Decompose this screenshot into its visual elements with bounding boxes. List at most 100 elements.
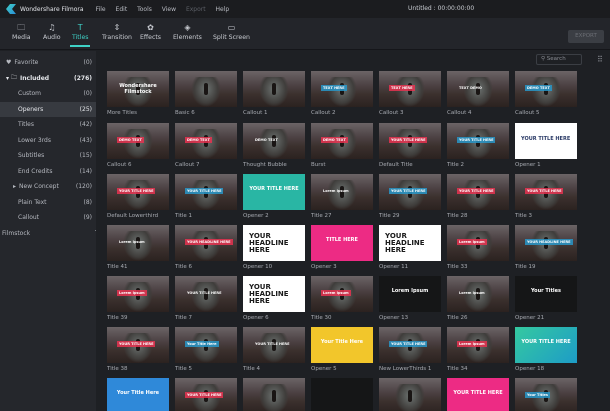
grid-view-icon[interactable]: ⠿ bbox=[597, 55, 603, 64]
title-tile[interactable]: DEMO TEXT Callout 7 bbox=[175, 123, 237, 168]
title-tile[interactable]: YOUR HEADLINE HERE Opener 10 bbox=[243, 225, 305, 270]
title-tile[interactable]: Your Titles bbox=[515, 378, 577, 411]
thumbnail-text: Lorem Ipsum bbox=[117, 290, 147, 296]
export-button[interactable]: EXPORT bbox=[568, 30, 604, 43]
title-tile[interactable]: YOUR TITLE HERE Default Title bbox=[379, 123, 441, 168]
menu-file[interactable]: File bbox=[96, 6, 106, 13]
title-tile[interactable]: YOUR TITLE HERE Default Lowerthird bbox=[107, 174, 169, 219]
title-tile[interactable]: DEMO TEXT Callout 5 bbox=[515, 71, 577, 116]
title-tile[interactable]: YOUR TITLE HERE Title 4 bbox=[243, 327, 305, 372]
tool-effects[interactable]: ✿ Effects bbox=[140, 22, 161, 41]
title-tile[interactable]: TEXT HERE Callout 2 bbox=[311, 71, 373, 116]
menu-edit[interactable]: Edit bbox=[116, 6, 128, 13]
sidebar-item-new-concept[interactable]: ▸ New Concept (120) bbox=[0, 179, 96, 195]
tool-split-screen[interactable]: ▭ Split Screen bbox=[213, 22, 250, 41]
title-tile[interactable]: YOUR HEADLINE HERE Opener 6 bbox=[243, 276, 305, 321]
title-tile[interactable]: TEXT DEMO Callout 4 bbox=[447, 71, 509, 116]
sidebar-item-openers[interactable]: Openers (25) bbox=[0, 101, 96, 117]
title-tile[interactable]: Lorem Ipsum Title 26 bbox=[447, 276, 509, 321]
title-tile[interactable]: DEMO TEXT Callout 6 bbox=[107, 123, 169, 168]
title-label: Opener 18 bbox=[515, 366, 545, 372]
sidebar-item-filmstock[interactable]: Filmstock bbox=[0, 226, 96, 242]
title-tile[interactable]: Lorem Ipsum Title 27 bbox=[311, 174, 373, 219]
title-thumbnail: Your Titles bbox=[515, 378, 577, 411]
title-label: Title 6 bbox=[175, 264, 193, 270]
title-label: Opener 2 bbox=[243, 213, 269, 219]
sidebar-item-plain-text[interactable]: Plain Text (8) bbox=[0, 195, 96, 211]
title-tile[interactable]: Lorem Ipsum Title 39 bbox=[107, 276, 169, 321]
title-tile[interactable]: Your Title Here Title 5 bbox=[175, 327, 237, 372]
main-menu: File Edit Tools View Export Help bbox=[96, 6, 238, 13]
menu-help[interactable]: Help bbox=[216, 6, 230, 13]
sidebar-item-subtitles[interactable]: Subtitles (15) bbox=[0, 148, 96, 164]
title-tile[interactable]: Lorem Ipsum Title 41 bbox=[107, 225, 169, 270]
title-tile[interactable]: TEXT HERE Callout 3 bbox=[379, 71, 441, 116]
title-tile[interactable] bbox=[243, 378, 305, 411]
title-tile[interactable]: Callout 1 bbox=[243, 71, 305, 116]
sidebar-item-label: Plain Text bbox=[18, 198, 47, 206]
title-tile[interactable]: YOUR TITLE HERE Title 38 bbox=[107, 327, 169, 372]
title-tile[interactable]: DEMO TEXT Thought Bubble bbox=[243, 123, 305, 168]
title-tile[interactable]: YOUR TITLE HERE Opener 1 bbox=[515, 123, 577, 168]
sidebar-item-lower-3rds[interactable]: Lower 3rds (43) bbox=[0, 133, 96, 149]
title-tile[interactable]: YOUR HEADLINE HERE Title 19 bbox=[515, 225, 577, 270]
sidebar-item-included[interactable]: ▾ 🗀 Included (276) bbox=[0, 71, 96, 87]
sidebar-item-custom[interactable]: Custom (0) bbox=[0, 86, 96, 102]
title-tile[interactable]: Lorem Ipsum Opener 13 bbox=[379, 276, 441, 321]
title-tile[interactable]: YOUR TITLE HERE Title 3 bbox=[515, 174, 577, 219]
menu-export[interactable]: Export bbox=[186, 6, 206, 13]
search-input[interactable]: ⚲ Search bbox=[536, 54, 582, 65]
thumbnail-text: YOUR HEADLINE HERE bbox=[249, 283, 289, 305]
tool-audio[interactable]: ♫ Audio bbox=[43, 22, 61, 41]
title-tile[interactable]: YOUR HEADLINE HERE Opener 11 bbox=[379, 225, 441, 270]
sidebar-item-count: (42) bbox=[79, 121, 92, 129]
sidebar-item-callout[interactable]: Callout (9) bbox=[0, 210, 96, 226]
tool-transition[interactable]: ⇕ Transition bbox=[102, 22, 132, 41]
sidebar-item-label: Favorite bbox=[14, 59, 39, 67]
title-tile[interactable]: YOUR TITLE HERE Opener 2 bbox=[243, 174, 305, 219]
title-tile[interactable]: Lorem Ipsum Title 33 bbox=[447, 225, 509, 270]
title-tile[interactable]: Your Title Here bbox=[107, 378, 169, 411]
title-tile[interactable]: TITLE HERE Opener 3 bbox=[311, 225, 373, 270]
title-tile[interactable]: YOUR TITLE HERE Title 7 bbox=[175, 276, 237, 321]
title-tile[interactable]: YOUR TITLE HERE Opener 18 bbox=[515, 327, 577, 372]
tool-elements[interactable]: ◈ Elements bbox=[173, 22, 202, 41]
thumbnail-text: Lorem Ipsum bbox=[391, 288, 429, 294]
sidebar-item-favorite[interactable]: ♥ Favorite (0) bbox=[0, 55, 96, 71]
tool-elements-label: Elements bbox=[173, 34, 202, 41]
title-tile[interactable]: YOUR TITLE HERE bbox=[175, 378, 237, 411]
title-tile[interactable]: Your Title Here Opener 5 bbox=[311, 327, 373, 372]
tool-titles[interactable]: T Titles bbox=[69, 22, 92, 47]
title-tile[interactable]: Your Titles Opener 21 bbox=[515, 276, 577, 321]
menu-tools[interactable]: Tools bbox=[137, 6, 152, 13]
sidebar-item-end-credits[interactable]: End Credits (14) bbox=[0, 164, 96, 180]
title-tile[interactable]: YOUR TITLE HERE bbox=[447, 378, 509, 411]
tool-media[interactable]: 🗀 Media bbox=[12, 22, 31, 41]
title-tile[interactable]: YOUR HEADLINE HERE Title 6 bbox=[175, 225, 237, 270]
thumbnail-text: Your Titles bbox=[531, 288, 561, 294]
title-thumbnail: YOUR TITLE HERE bbox=[447, 174, 509, 210]
thumbnail-text: Your Title Here bbox=[185, 341, 219, 347]
title-tile[interactable]: Lorem Ipsum Title 30 bbox=[311, 276, 373, 321]
title-tile[interactable]: YOUR TITLE HERE Title 28 bbox=[447, 174, 509, 219]
title-thumbnail: YOUR TITLE HERE bbox=[379, 327, 441, 363]
title-tile[interactable]: YOUR TITLE HERE New LowerThirds 1 bbox=[379, 327, 441, 372]
title-tile[interactable]: YOUR TITLE HERE Title 29 bbox=[379, 174, 441, 219]
title-tile[interactable]: Lorem Ipsum Title 34 bbox=[447, 327, 509, 372]
title-label: Title 29 bbox=[379, 213, 400, 219]
title-thumbnail bbox=[243, 71, 305, 107]
title-thumbnail: YOUR TITLE HERE bbox=[243, 174, 305, 210]
title-tile[interactable]: DEMO TEXT Burst bbox=[311, 123, 373, 168]
title-tile[interactable] bbox=[311, 378, 373, 411]
menu-view[interactable]: View bbox=[162, 6, 176, 13]
title-tile[interactable] bbox=[379, 378, 441, 411]
title-thumbnail: Your Titles bbox=[515, 276, 577, 312]
thumbnail-text: Your Title Here bbox=[320, 339, 364, 345]
sidebar-item-titles[interactable]: Titles (42) bbox=[0, 117, 96, 133]
thumbnail-text: YOUR HEADLINE HERE bbox=[249, 232, 289, 254]
title-tile[interactable]: YOUR TITLE HERE Title 2 bbox=[447, 123, 509, 168]
title-label: Title 1 bbox=[175, 213, 193, 219]
title-label: Title 7 bbox=[175, 315, 193, 321]
title-tile[interactable]: YOUR TITLE HERE Title 1 bbox=[175, 174, 237, 219]
title-tile[interactable]: Basic 6 bbox=[175, 71, 237, 116]
